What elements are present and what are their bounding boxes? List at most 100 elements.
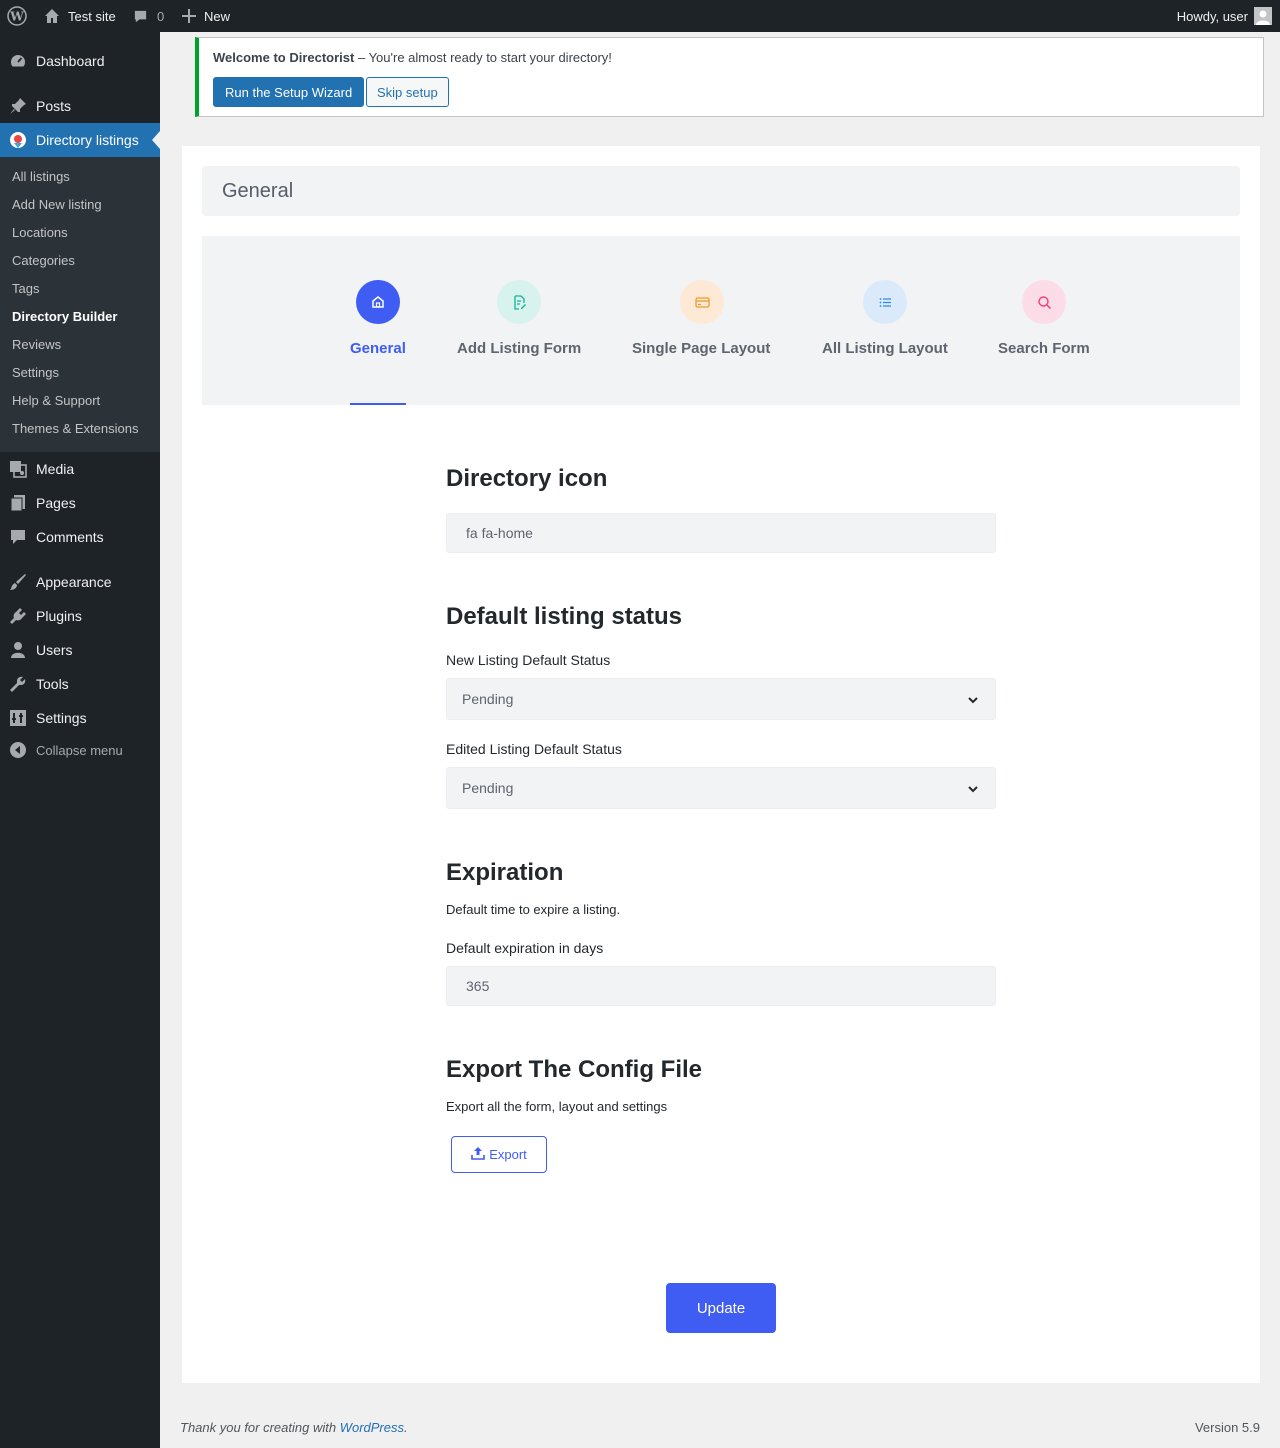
sidebar-label-media: Media — [36, 461, 75, 477]
footer-thanks-suffix: . — [404, 1420, 408, 1435]
export-button[interactable]: Export — [451, 1136, 547, 1173]
directory-icon-input[interactable]: fa fa-home — [446, 513, 996, 553]
update-button[interactable]: Update — [666, 1283, 776, 1333]
howdy-text: Howdy, user — [1176, 8, 1248, 24]
collapse-icon — [9, 741, 27, 759]
edited-listing-status-select[interactable]: Pending — [446, 767, 996, 809]
admin-sidebar: All listings Add New listing Locations C… — [0, 32, 160, 1448]
submenu-add-new-listing[interactable]: Add New listing — [12, 195, 102, 215]
comments-count: 0 — [157, 8, 165, 24]
sidebar-item-users[interactable]: Users — [0, 633, 160, 667]
site-link[interactable]: Test site — [44, 0, 116, 32]
sidebar-label-dashboard: Dashboard — [36, 53, 105, 69]
submenu-all-listings[interactable]: All listings — [12, 167, 70, 187]
sidebar-item-plugins[interactable]: Plugins — [0, 599, 160, 633]
paintbrush-icon — [9, 573, 27, 591]
tab-label-general: General — [350, 340, 406, 357]
sidebar-label-plugins: Plugins — [36, 608, 82, 624]
new-listing-status-value: Pending — [462, 691, 514, 707]
sidebar-label-directory-listings: Directory listings — [36, 132, 139, 148]
run-setup-wizard-button[interactable]: Run the Setup Wizard — [213, 77, 365, 107]
tab-add-listing-form[interactable]: Add Listing Form — [457, 236, 582, 405]
sidebar-item-appearance[interactable]: Appearance — [0, 565, 160, 599]
footer-thanks: Thank you for creating with WordPress. — [180, 1420, 408, 1435]
user-icon — [9, 641, 27, 659]
sidebar-label-comments: Comments — [36, 529, 104, 545]
file-edit-icon — [497, 280, 541, 324]
avatar — [1254, 7, 1272, 25]
submenu-reviews[interactable]: Reviews — [12, 335, 61, 355]
welcome-notice: Welcome to Directorist – You're almost r… — [195, 37, 1264, 117]
tab-search-form[interactable]: Search Form — [998, 236, 1091, 405]
sidebar-item-media[interactable]: Media — [0, 452, 160, 486]
notice-text: – You're almost ready to start your dire… — [354, 50, 612, 65]
sidebar-label-tools: Tools — [36, 676, 69, 692]
comments-link[interactable]: 0 — [133, 0, 164, 32]
expiration-days-input[interactable]: 365 — [446, 966, 996, 1006]
sidebar-label-appearance: Appearance — [36, 574, 112, 590]
edited-listing-status-value: Pending — [462, 780, 514, 796]
sidebar-item-directory-listings[interactable]: Directory listings — [0, 123, 160, 157]
sidebar-item-tools[interactable]: Tools — [0, 667, 160, 701]
export-config-heading: Export The Config File — [446, 1056, 702, 1083]
plugin-icon — [9, 607, 27, 625]
tab-label-single-page-layout: Single Page Layout — [632, 340, 771, 357]
new-listing-status-select[interactable]: Pending — [446, 678, 996, 720]
plus-icon — [182, 9, 196, 23]
export-config-description: Export all the form, layout and settings — [446, 1099, 668, 1114]
credit-card-icon — [680, 280, 724, 324]
expiration-description: Default time to expire a listing. — [446, 902, 621, 917]
new-content-link[interactable]: New — [182, 0, 230, 32]
edited-listing-status-label: Edited Listing Default Status — [446, 741, 622, 757]
dashboard-icon — [9, 52, 27, 70]
sidebar-item-settings[interactable]: Settings — [0, 701, 160, 735]
upload-icon — [471, 1146, 486, 1163]
sidebar-label-users: Users — [36, 642, 73, 658]
chevron-down-icon — [967, 693, 979, 709]
collapse-menu-button[interactable]: Collapse menu — [0, 733, 160, 767]
sidebar-label-collapse: Collapse menu — [36, 742, 123, 758]
page-title: General — [222, 180, 294, 202]
sidebar-item-pages[interactable]: Pages — [0, 486, 160, 520]
pin-icon — [9, 97, 27, 115]
notice-message: Welcome to Directorist – You're almost r… — [213, 50, 612, 65]
submenu-themes-extensions[interactable]: Themes & Extensions — [12, 419, 138, 439]
directory-icon-heading: Directory icon — [446, 465, 608, 492]
submenu-directory-builder[interactable]: Directory Builder — [12, 307, 117, 327]
sidebar-item-comments[interactable]: Comments — [0, 520, 160, 554]
notice-title: Welcome to Directorist — [213, 50, 355, 65]
list-icon — [863, 280, 907, 324]
new-label: New — [204, 8, 231, 24]
submenu-help-support[interactable]: Help & Support — [12, 391, 100, 411]
wordpress-link[interactable]: WordPress — [340, 1420, 404, 1435]
skip-setup-button[interactable]: Skip setup — [366, 77, 449, 107]
home-icon — [44, 8, 60, 24]
account-link[interactable]: Howdy, user — [1177, 0, 1272, 32]
settings-icon — [9, 709, 27, 727]
directorist-icon — [9, 131, 27, 149]
svg-text:W: W — [9, 10, 24, 24]
wrench-icon — [9, 675, 27, 693]
submenu-tags[interactable]: Tags — [12, 279, 39, 299]
default-listing-status-heading: Default listing status — [446, 603, 683, 630]
submenu-categories[interactable]: Categories — [12, 251, 75, 271]
page-header: General — [202, 166, 1240, 216]
sidebar-item-dashboard[interactable]: Dashboard — [0, 44, 160, 78]
sidebar-item-posts[interactable]: Posts — [0, 89, 160, 123]
chevron-down-icon — [967, 782, 979, 798]
footer-version: Version 5.9 — [1194, 1420, 1260, 1435]
search-icon — [1022, 280, 1066, 324]
export-button-label: Export — [489, 1147, 527, 1162]
wordpress-logo-icon[interactable]: W — [7, 0, 27, 32]
expiration-days-label: Default expiration in days — [446, 940, 604, 956]
submenu-locations[interactable]: Locations — [12, 223, 68, 243]
tab-label-search-form: Search Form — [998, 340, 1090, 357]
sidebar-label-pages: Pages — [36, 495, 76, 511]
pages-icon — [9, 494, 27, 512]
tab-single-page-layout[interactable]: Single Page Layout — [632, 236, 772, 405]
tab-general[interactable]: General — [350, 236, 406, 405]
submenu-settings[interactable]: Settings — [12, 363, 59, 383]
comment-icon — [9, 528, 27, 546]
tab-all-listing-layout[interactable]: All Listing Layout — [822, 236, 949, 405]
admin-bar: W Test site 0 New Howdy, user — [0, 0, 1280, 32]
